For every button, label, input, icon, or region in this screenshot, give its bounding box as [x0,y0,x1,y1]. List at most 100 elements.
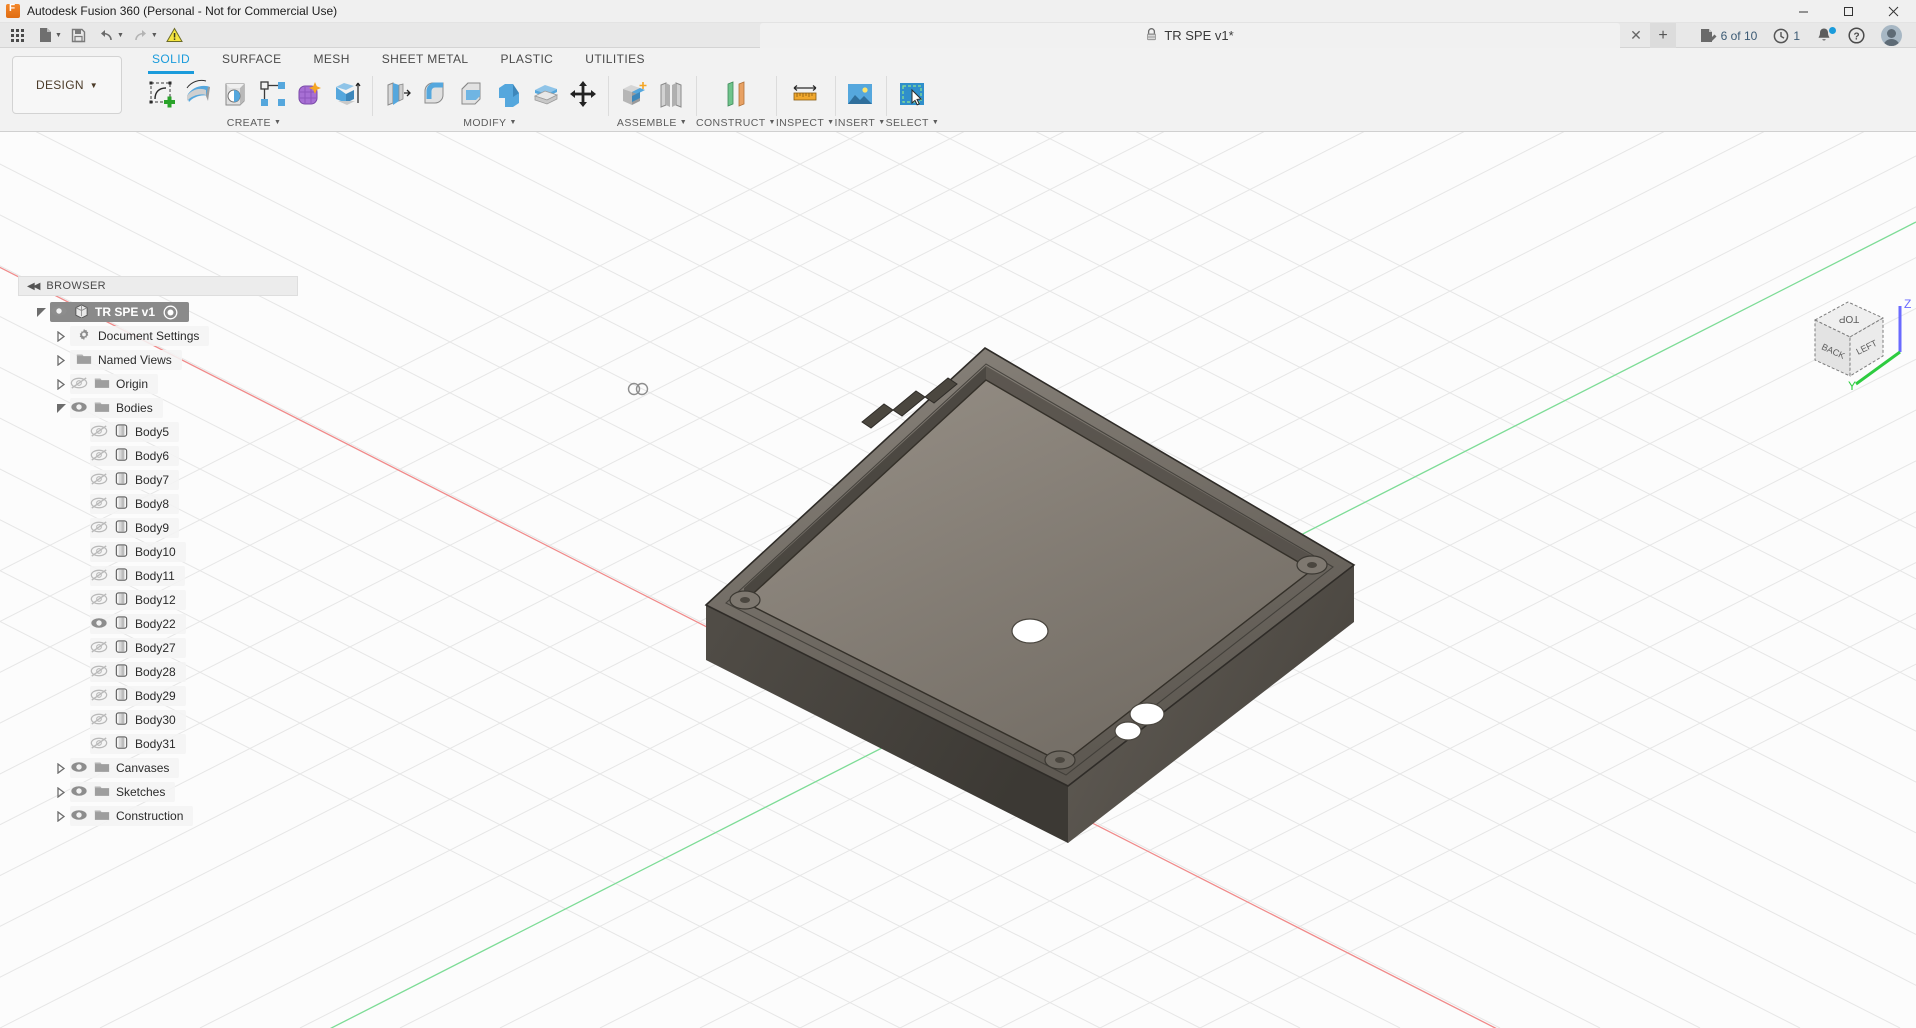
double-chevron-left-icon[interactable]: ◀◀ [27,281,40,292]
visibility-toggle-icon[interactable] [50,304,68,321]
redo-caret-icon[interactable]: ▼ [151,32,158,39]
visibility-toggle-icon[interactable] [90,568,108,585]
offset-plane-icon[interactable] [717,75,754,113]
jobs-status[interactable]: 6 of 10 [1691,23,1766,48]
tab-utilities[interactable]: UTILITIES [569,48,661,70]
insert-image-icon[interactable] [842,75,879,113]
browser-item-document-settings[interactable]: Document Settings [18,324,298,348]
minimize-button[interactable] [1781,0,1826,23]
browser-item-body7[interactable]: Body7 [18,468,298,492]
revolve-icon[interactable] [217,75,254,113]
tab-mesh[interactable]: MESH [298,48,366,70]
undo-caret-icon[interactable]: ▼ [117,32,124,39]
browser-item-body8[interactable]: Body8 [18,492,298,516]
press-pull-icon[interactable] [379,75,416,113]
visibility-toggle-icon[interactable] [90,496,108,513]
browser-header[interactable]: ◀◀ BROWSER [18,276,298,296]
browser-item-sketches[interactable]: Sketches [18,780,298,804]
app-grid-icon[interactable] [4,24,30,46]
form-icon[interactable] [291,75,328,113]
document-tab-close-icon[interactable]: ✕ [1627,26,1645,44]
viewcube-axis-z: Z [1904,297,1911,311]
view-cube[interactable]: TOP BACK LEFT Z Y [1790,284,1912,399]
tab-sheet-metal[interactable]: SHEET METAL [366,48,485,70]
tab-plastic[interactable]: PLASTIC [484,48,569,70]
browser-item-body29[interactable]: Body29 [18,684,298,708]
browser-item-body28[interactable]: Body28 [18,660,298,684]
notifications-button[interactable] [1808,23,1840,48]
browser-item-body27[interactable]: Body27 [18,636,298,660]
shell-icon[interactable] [490,75,527,113]
new-component-icon[interactable] [615,75,652,113]
ribbon-group-construct-label[interactable]: CONSTRUCT ▼ [696,114,776,130]
browser-item-tr-spe-v1[interactable]: TR SPE v1 [18,300,298,324]
visibility-toggle-icon[interactable] [70,808,88,825]
document-tab[interactable]: TR SPE v1* [760,23,1620,48]
ribbon-group-modify-label[interactable]: MODIFY ▼ [463,114,517,130]
visibility-toggle-icon[interactable] [90,520,108,537]
browser-item-body9[interactable]: Body9 [18,516,298,540]
history-status[interactable]: 1 [1765,23,1808,48]
maximize-button[interactable] [1826,0,1871,23]
browser-item-bodies[interactable]: Bodies [18,396,298,420]
browser-item-body12[interactable]: Body12 [18,588,298,612]
visibility-toggle-icon[interactable] [90,664,108,681]
visibility-toggle-icon[interactable] [90,736,108,753]
workspace-switcher-button[interactable]: DESIGN ▼ [12,56,122,114]
measure-icon[interactable] [787,75,824,113]
browser-item-body5[interactable]: Body5 [18,420,298,444]
activate-component-radio[interactable] [161,302,179,322]
browser-item-body22[interactable]: Body22 [18,612,298,636]
warning-icon[interactable] [162,24,188,46]
visibility-toggle-icon[interactable] [70,784,88,801]
account-bar: 6 of 10 1 ? [1691,23,1910,48]
browser-item-canvases[interactable]: Canvases [18,756,298,780]
browser-item-construction[interactable]: Construction [18,804,298,828]
tab-surface[interactable]: SURFACE [206,48,297,70]
visibility-toggle-icon[interactable] [90,592,108,609]
tab-sheet-metal-label: SHEET METAL [381,52,469,66]
visibility-toggle-icon[interactable] [70,400,88,417]
help-button[interactable]: ? [1840,23,1873,48]
visibility-toggle-icon[interactable] [90,472,108,489]
visibility-toggle-icon[interactable] [90,424,108,441]
browser-item-body6[interactable]: Body6 [18,444,298,468]
browser-item-body31[interactable]: Body31 [18,732,298,756]
pattern-icon[interactable] [254,75,291,113]
browser-item-named-views[interactable]: Named Views [18,348,298,372]
visibility-toggle-icon[interactable] [90,544,108,561]
browser-item-body11[interactable]: Body11 [18,564,298,588]
ribbon-group-select-label[interactable]: SELECT ▼ [886,114,940,130]
close-button[interactable] [1871,0,1916,23]
joint-icon[interactable] [652,75,689,113]
visibility-toggle-icon[interactable] [70,376,88,393]
box-primitive-icon[interactable] [328,75,365,113]
move-copy-icon[interactable] [564,75,601,113]
fillet-icon[interactable] [416,75,453,113]
visibility-toggle-icon[interactable] [90,616,108,633]
visibility-toggle-icon[interactable] [90,712,108,729]
new-document-tab-button[interactable]: + [1650,23,1676,48]
ribbon-group-inspect-label[interactable]: INSPECT ▼ [776,114,835,130]
create-sketch-icon[interactable] [143,75,180,113]
browser-tree[interactable]: TR SPE v1 Document Settings Named Views Ori… [18,300,298,828]
ribbon-group-insert-label[interactable]: INSERT ▼ [835,114,886,130]
user-account-button[interactable] [1873,23,1910,48]
visibility-toggle-icon[interactable] [90,640,108,657]
chamfer-icon[interactable] [453,75,490,113]
visibility-toggle-icon[interactable] [70,760,88,777]
save-icon[interactable] [66,24,92,46]
ribbon-group-assemble-label[interactable]: ASSEMBLE ▼ [617,114,687,130]
browser-item-body10[interactable]: Body10 [18,540,298,564]
3d-viewport[interactable]: ◀◀ BROWSER TR SPE v1 Document Settings Nam… [0,132,1916,1028]
browser-item-origin[interactable]: Origin [18,372,298,396]
browser-item-body30[interactable]: Body30 [18,708,298,732]
visibility-toggle-icon[interactable] [90,448,108,465]
extrude-icon[interactable] [180,75,217,113]
tab-solid[interactable]: SOLID [136,48,206,74]
new-file-caret-icon[interactable]: ▼ [55,32,62,39]
ribbon-group-create-label[interactable]: CREATE ▼ [227,114,282,130]
visibility-toggle-icon[interactable] [90,688,108,705]
offset-face-icon[interactable] [527,75,564,113]
select-cursor-icon[interactable] [894,75,931,113]
